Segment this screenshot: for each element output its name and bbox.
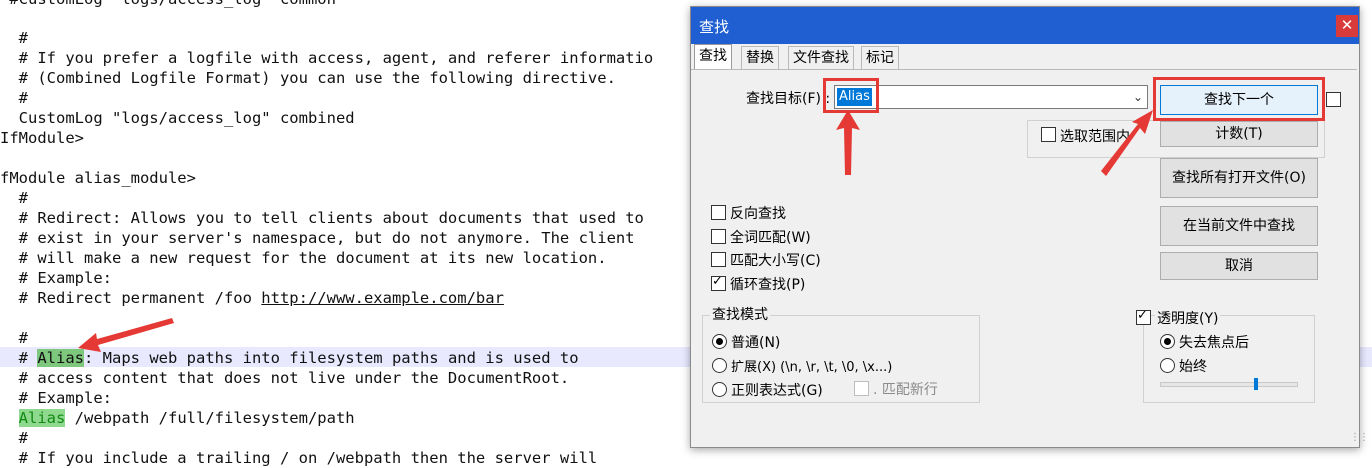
annotation-arrow-up (836, 110, 860, 175)
annotation-arrow-diagonal (1101, 110, 1153, 176)
annotation-arrows (78, 110, 1153, 352)
annotation-arrow-left (78, 318, 174, 352)
